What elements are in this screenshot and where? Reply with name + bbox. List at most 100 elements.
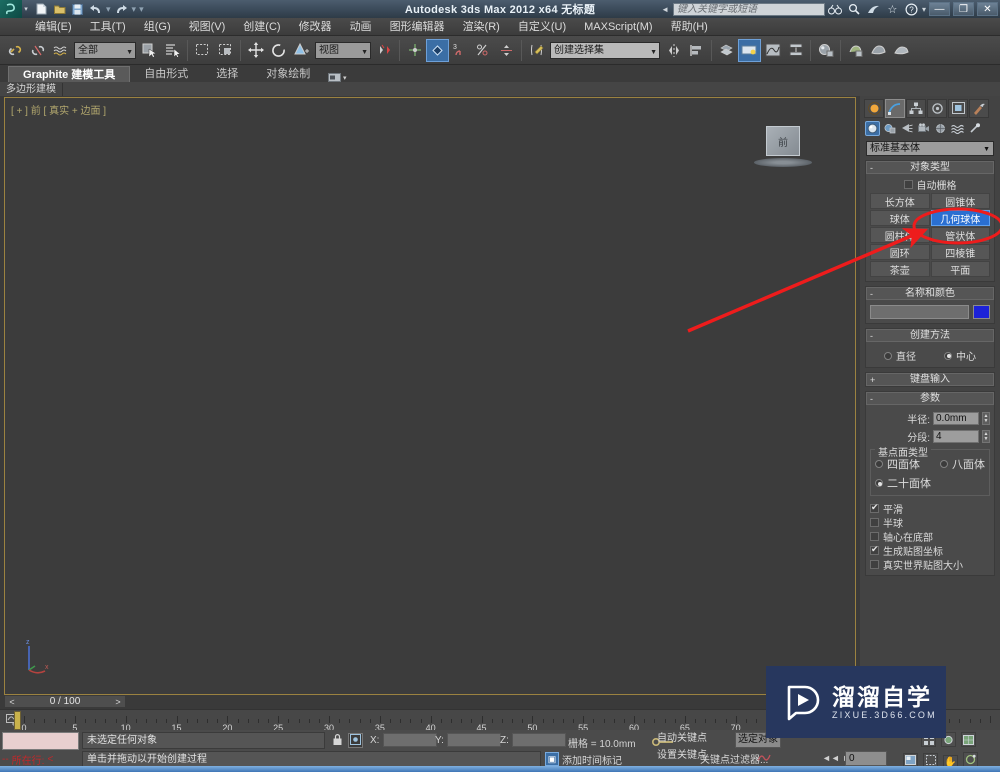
bind-space-warp-icon[interactable] [49, 39, 72, 62]
menu-item-tools[interactable]: 工具(T) [81, 18, 135, 36]
radius-spinner[interactable]: ▲ ▼ [982, 412, 990, 425]
select-and-rotate-icon[interactable] [267, 39, 290, 62]
new-icon[interactable] [34, 2, 49, 17]
undo-icon[interactable] [88, 2, 103, 17]
viewcube[interactable]: 前 [753, 126, 813, 174]
modify-tab[interactable] [885, 98, 905, 118]
selection-filter-dropdown[interactable]: 全部 [74, 41, 136, 60]
favorite-icon[interactable]: ☆ [884, 2, 901, 17]
rollout-header-keyboard-entry[interactable]: + 键盘输入 [866, 373, 994, 386]
object-button-plane[interactable]: 平面 [930, 261, 990, 277]
qat-customize-caret-icon[interactable]: ▾ [139, 4, 144, 15]
menu-item-maxscript[interactable]: MAXScript(M) [575, 18, 661, 36]
app-menu-caret-icon[interactable]: ▾ [22, 5, 30, 13]
shapes-icon[interactable] [882, 121, 897, 136]
checkbox-row-hemisphere[interactable]: 半球 [870, 515, 990, 530]
object-button-geosphere[interactable]: 几何球体 [930, 210, 990, 226]
rollout-header-creation-method[interactable]: - 创建方法 [866, 329, 994, 342]
hierarchy-tab[interactable] [906, 98, 926, 118]
reference-coordinate-dropdown[interactable]: 视图 [315, 41, 371, 60]
select-link-icon[interactable] [3, 39, 26, 62]
object-button-box[interactable]: 长方体 [870, 193, 930, 209]
named-selection-set-dropdown[interactable]: 创建选择集 [550, 41, 660, 60]
object-button-cone[interactable]: 圆锥体 [930, 193, 990, 209]
tab-object-paint[interactable]: 对象绘制 [252, 66, 324, 82]
angle-snap-toggle-icon[interactable]: 3 [449, 39, 472, 62]
systems-icon[interactable] [967, 121, 982, 136]
maxscript-listener-input[interactable] [2, 732, 79, 750]
viewcube-face-label[interactable]: 前 [766, 126, 800, 156]
menu-item-create[interactable]: 创建(C) [234, 18, 289, 36]
rollout-header-object-type[interactable]: - 对象类型 [866, 161, 994, 174]
menu-item-animation[interactable]: 动画 [341, 18, 381, 36]
lights-icon[interactable] [899, 121, 914, 136]
rollout-header-name-and-color[interactable]: - 名称和颜色 [866, 287, 994, 300]
redo-dropdown-caret-icon[interactable]: ▾ [132, 4, 137, 15]
radio-icosahedron[interactable] [875, 479, 883, 487]
menu-item-views[interactable]: 视图(V) [180, 18, 235, 36]
rollout-toggle-icon[interactable]: - [870, 162, 873, 174]
autogrid-checkbox[interactable] [903, 179, 913, 189]
search-input[interactable]: 键入关键字或短语 [672, 2, 825, 16]
checkbox-hemisphere[interactable] [870, 517, 879, 527]
current-frame-display[interactable]: 0 / 100 [19, 696, 111, 707]
display-tab[interactable] [948, 98, 968, 118]
time-slider-handle[interactable] [14, 711, 21, 730]
checkbox-row-smooth[interactable]: 平滑 [870, 501, 990, 516]
current-frame-input[interactable]: 0 [845, 751, 887, 766]
tab-selection[interactable]: 选择 [202, 66, 252, 82]
menu-item-group[interactable]: 组(G) [135, 18, 180, 36]
x-input[interactable] [382, 733, 437, 747]
checkbox-row-generate-mapping-coords[interactable]: 生成贴图坐标 [870, 543, 990, 558]
helpers-icon[interactable] [933, 121, 948, 136]
layer-manager-icon[interactable] [715, 39, 738, 62]
radio-octahedron[interactable] [940, 460, 948, 468]
select-by-name-icon[interactable] [161, 39, 184, 62]
rendered-frame-window-icon[interactable] [867, 39, 890, 62]
z-coordinate-field[interactable]: Z: [500, 733, 566, 748]
object-name-input[interactable] [870, 305, 969, 319]
creation-method-center[interactable]: 中心 [944, 348, 976, 363]
rollout-toggle-icon[interactable]: + [870, 374, 875, 386]
object-button-torus[interactable]: 圆环 [870, 244, 930, 260]
motion-tab[interactable] [927, 98, 947, 118]
y-input[interactable] [446, 733, 501, 747]
checkbox-generate-mapping-coords[interactable] [870, 544, 879, 555]
lock-selection-icon[interactable] [330, 733, 345, 748]
object-button-pyramid[interactable]: 四棱锥 [930, 244, 990, 260]
absolute-relative-transform-toggle-icon[interactable] [348, 733, 363, 748]
rollout-toggle-icon[interactable]: - [870, 330, 873, 342]
viewport-front[interactable]: [ + ] 前 [ 真实 + 边面 ] 前 z x [4, 97, 856, 695]
x-coordinate-field[interactable]: X: [370, 733, 437, 748]
align-icon[interactable] [685, 39, 708, 62]
menu-item-edit[interactable]: 编辑(E) [26, 18, 81, 36]
zoom-extents-all-icon[interactable] [961, 732, 977, 747]
select-and-manipulate-icon[interactable] [403, 39, 426, 62]
help-caret-icon[interactable]: ▾ [922, 5, 926, 14]
ribbon-panel-polygon-modeling[interactable]: 多边形建模 [0, 82, 63, 96]
menu-item-customize[interactable]: 自定义(U) [509, 18, 575, 36]
add-time-tag-group[interactable]: ▣ 添加时间标记 [545, 751, 622, 767]
help-icon[interactable]: ? [903, 2, 920, 17]
snaps-toggle-icon[interactable] [426, 38, 449, 62]
ribbon-display-mode-icon[interactable]: ▾ [324, 73, 350, 82]
ribbon-toggle-icon[interactable] [738, 38, 761, 62]
viewcube-compass-ring[interactable] [754, 158, 812, 167]
geometry-icon[interactable] [865, 121, 880, 136]
window-crossing-toggle-icon[interactable] [214, 39, 237, 62]
select-and-scale-icon[interactable] [290, 39, 313, 62]
object-color-swatch[interactable] [973, 305, 990, 319]
percent-snap-toggle-icon[interactable] [472, 39, 495, 62]
prev-frame-button[interactable]: < [5, 697, 19, 707]
radius-input[interactable]: 0.0mm [933, 412, 979, 425]
subscription-icon[interactable] [865, 2, 882, 17]
save-icon[interactable] [70, 2, 85, 17]
close-button[interactable]: ✕ [977, 2, 998, 16]
rollout-header-parameters[interactable]: - 参数 [866, 392, 994, 405]
rectangular-selection-region-icon[interactable] [191, 39, 214, 62]
object-button-sphere[interactable]: 球体 [870, 210, 930, 226]
unlink-icon[interactable] [26, 39, 49, 62]
object-button-cylinder[interactable]: 圆柱体 [870, 227, 930, 243]
maximize-button[interactable]: ❐ [953, 2, 974, 16]
open-icon[interactable] [52, 2, 67, 17]
